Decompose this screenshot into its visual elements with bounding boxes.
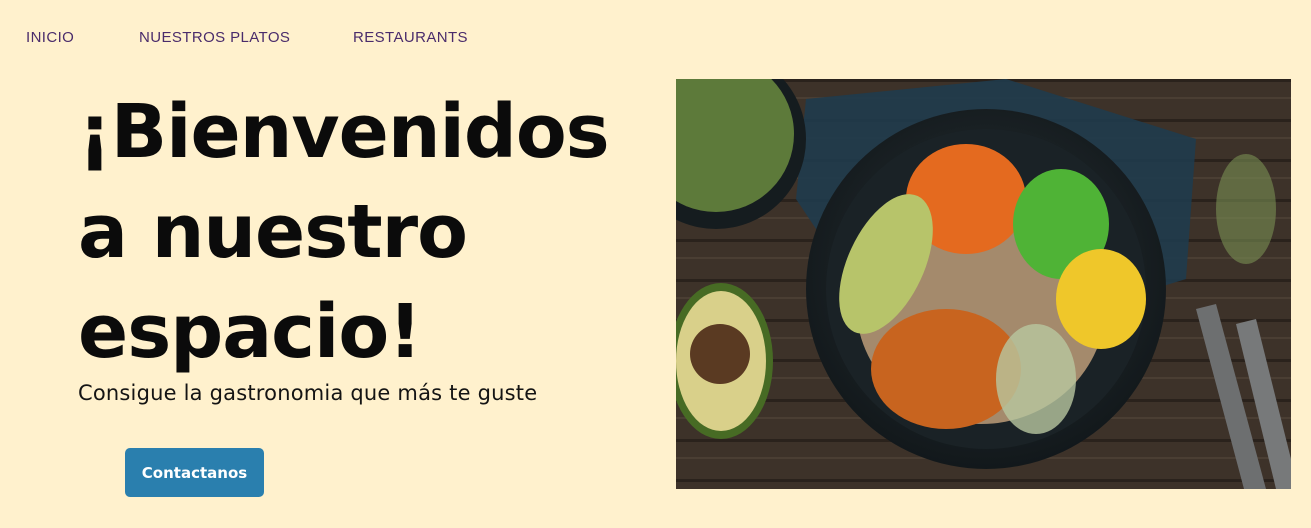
hero-food-image [676, 79, 1291, 489]
nav-link-restaurants[interactable]: RESTAURANTS [353, 29, 468, 46]
hero-title: ¡Bienvenidos a nuestro espacio! [78, 89, 610, 375]
nav-link-nuestros-platos[interactable]: NUESTROS PLATOS [139, 29, 290, 46]
nav-link-inicio[interactable]: INICIO [26, 29, 74, 46]
top-nav: INICIO NUESTROS PLATOS RESTAURANTS [0, 0, 700, 76]
food-bowl-illustration [676, 79, 1291, 489]
contact-button[interactable]: Contactanos [125, 448, 264, 497]
hero-subtitle: Consigue la gastronomia que más te guste [78, 381, 538, 405]
